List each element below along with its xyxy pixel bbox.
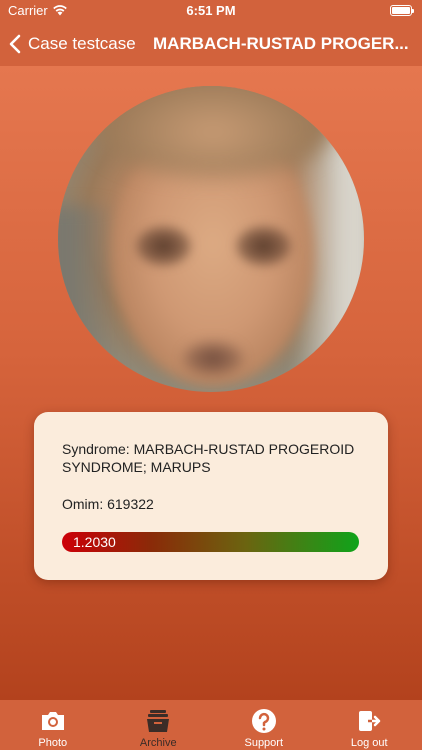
page-title: MARBACH-RUSTAD PROGER...	[153, 34, 409, 53]
tab-archive-label: Archive	[139, 737, 177, 749]
tab-support[interactable]: Support	[211, 700, 317, 750]
status-bar: Carrier 6:51 PM	[0, 0, 422, 22]
omim-text: Omim: 619322	[62, 496, 154, 512]
question-icon	[251, 709, 276, 733]
archive-icon	[147, 710, 170, 732]
logout-icon	[359, 711, 381, 731]
tab-logout[interactable]: Log out	[317, 700, 422, 750]
tab-photo[interactable]: Photo	[0, 700, 106, 750]
syndrome-text: Syndrome: MARBACH-RUSTAD PROGEROID SYNDR…	[62, 441, 355, 475]
score-value: 1.2030	[73, 534, 116, 550]
tab-logout-label: Log out	[350, 737, 388, 749]
score-bar: 1.2030	[62, 532, 359, 552]
navigation-bar: Case testcase MARBACH-RUSTAD PROGER...	[0, 22, 422, 66]
chevron-left-icon	[9, 34, 21, 54]
tab-bar: Photo Archive Support Log out	[0, 700, 422, 750]
tab-photo-label: Photo	[38, 737, 68, 749]
back-button[interactable]: Case testcase	[8, 22, 136, 66]
clock-time: 6:51 PM	[186, 3, 236, 18]
back-label: Case testcase	[28, 34, 136, 53]
battery-icon	[390, 5, 414, 16]
main-content: Syndrome: MARBACH-RUSTAD PROGEROID SYNDR…	[0, 66, 422, 700]
patient-photo	[58, 86, 364, 392]
tab-archive[interactable]: Archive	[106, 700, 212, 750]
result-card: Syndrome: MARBACH-RUSTAD PROGEROID SYNDR…	[34, 412, 388, 580]
camera-icon	[41, 712, 64, 730]
tab-support-label: Support	[244, 737, 284, 749]
